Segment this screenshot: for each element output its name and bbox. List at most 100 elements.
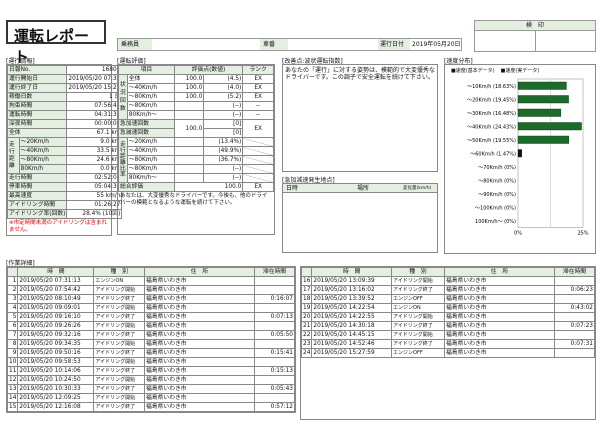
accel-rank: EX: [242, 119, 274, 138]
work-row-stay: [554, 312, 595, 322]
run-info-value: 00:00:00: [66, 119, 123, 129]
run-info-value: 24.6 km: [66, 155, 123, 165]
work-row-type: アイドリング終了: [93, 330, 145, 340]
run-info-label: 走行時間: [6, 173, 68, 183]
work-row-stay: [254, 375, 295, 385]
work-row: 9 2019/05/20 09:50:16 アイドリング終了 福島県いわき市 0:15:…: [6, 348, 295, 358]
run-info-value: 28.4% (10回): [66, 209, 123, 219]
run-info-label: 運行開始日: [6, 74, 68, 84]
work-row-stay: 0:06:23: [554, 285, 595, 295]
work-row-num: 6: [6, 321, 19, 331]
work-row-type: アイドリング開始: [93, 375, 145, 385]
work-row-type: アイドリング終了: [93, 402, 145, 412]
work-row: 10 2019/05/20 09:58:53 アイドリング開始 福島県いわき市: [6, 357, 295, 367]
work-row-num: 2: [6, 285, 19, 295]
chart-bar: [517, 122, 582, 131]
chart-axis-max: 25%: [577, 231, 588, 237]
work-row-stay: [554, 276, 595, 286]
run-info-value: 05:04:38: [66, 182, 123, 192]
work-row: 20 2019/05/20 14:22:55 アイドリング開始 福島県いわき市: [300, 312, 595, 322]
work-row-stay: 0:07:23: [554, 321, 595, 331]
chart-bar: [517, 95, 569, 104]
run-info-value: 67.1 km: [66, 128, 123, 138]
work-row-stay: [554, 294, 595, 304]
work-row-time: 2019/05/20 09:26:26: [17, 321, 95, 331]
work-row-time: 2019/05/20 09:16:10: [17, 312, 95, 322]
work-row-num: 14: [6, 393, 19, 403]
chart-bar: [517, 81, 567, 90]
eval-label: 〜80Km/h: [126, 92, 175, 102]
eval-label: 全体: [126, 74, 175, 84]
eval-group-label: 状況回数: [118, 74, 128, 120]
run-info-label: 運転時間: [6, 110, 68, 120]
work-row-type: エンジンON: [391, 303, 445, 313]
work-row-time: 2019/05/20 09:34:35: [17, 339, 95, 349]
driver-value: [152, 39, 260, 50]
work-row-type: エンジンON: [93, 276, 145, 286]
work-row-address: 福島県いわき市: [444, 285, 555, 295]
sudden-panel: 日時 場所 変化量(km/h): [282, 183, 438, 253]
work-row-num: 23: [300, 339, 313, 349]
seal-box: 検 印: [474, 20, 596, 52]
work-row-type: アイドリング開始: [93, 393, 145, 403]
eval-rank: EX: [242, 92, 274, 102]
chart-category-label: 〜70Km/h (0%): [478, 165, 516, 171]
work-row-time: 2019/05/20 09:50:16: [17, 348, 95, 358]
eval-row: 80Km/h〜 (--) --: [119, 110, 274, 120]
work-row: 5 2019/05/20 09:16:10 アイドリング終了 福島県いわき市 0:07:…: [6, 312, 295, 322]
eval-col-score: 評価点(数値): [173, 65, 244, 75]
work-row-type: アイドリング終了: [93, 384, 145, 394]
work-row-stay: [254, 339, 295, 349]
work-row-type: アイドリング終了: [391, 321, 445, 331]
ratio-value: (36.7%): [203, 155, 244, 165]
work-row-num: 8: [6, 339, 19, 349]
sudden-col-place: 場所: [356, 185, 369, 192]
work-row-num: 17: [300, 285, 313, 295]
ratio-label: 〜20Km/h: [126, 137, 175, 147]
work-col-time: 時 間: [17, 267, 95, 277]
work-row-type: アイドリング開始: [93, 339, 145, 349]
work-row-address: 福島県いわき市: [444, 330, 555, 340]
run-info-label: 全体: [6, 128, 68, 138]
work-col-type: 種 別: [391, 267, 445, 277]
work-row: 7 2019/05/20 09:32:16 アイドリング終了 福島県いわき市 0:05:…: [6, 330, 295, 340]
work-row-type: エンジンOFF: [391, 294, 445, 304]
chart-category-label: 〜20Km/h (19.45%): [467, 97, 516, 103]
legend-base: ■速度(基本データ): [451, 68, 495, 74]
work-row-type: アイドリング開始: [391, 276, 445, 286]
ratio-label: 〜40Km/h: [126, 146, 175, 156]
run-info-value: 01:26:27: [66, 200, 123, 210]
work-row-time: 2019/05/20 09:32:16: [17, 330, 95, 340]
eval-score: [173, 110, 205, 120]
work-row-stay: [254, 285, 295, 295]
eval-comment: あなたは、大変優秀なドライバーです。今後も、他のドライバーの模範となるような運転…: [120, 193, 268, 206]
work-row-num: 15: [6, 402, 19, 412]
work-col-addr: 住 所: [444, 267, 555, 277]
work-row: 17 2019/05/20 13:16:02 アイドリング終了 福島県いわき市 0:06…: [300, 285, 595, 295]
work-row: 14 2019/05/20 12:09:25 アイドリング開始 福島県いわき市: [6, 393, 295, 403]
work-row-type: アイドリング開始: [93, 303, 145, 313]
work-row-num: 1: [6, 276, 19, 286]
work-row: 21 2019/05/20 14:30:18 アイドリング終了 福島県いわき市 0:07…: [300, 321, 595, 331]
ratio-row: 〜80Km/h (36.7%): [119, 155, 274, 165]
advice-text: あなたの「運行」に対する姿勢は、模範的で大変優秀なドライバーです。この調子で安全…: [285, 67, 436, 81]
work-row-num: 7: [6, 330, 19, 340]
work-row-num: 20: [300, 312, 313, 322]
run-info-row: 日報No. 16803: [6, 65, 123, 75]
work-row-address: 福島県いわき市: [144, 312, 255, 322]
ratio-value: (--): [203, 164, 244, 174]
ratio-row: 80Km/h〜 (--): [119, 173, 274, 183]
work-col-addr: 住 所: [144, 267, 255, 277]
work-row-num: 9: [6, 348, 19, 358]
chart-category-label: 〜90Km/h (0%): [478, 192, 516, 198]
chart-axis-min: 0%: [514, 231, 522, 237]
run-info-value: 0.0 km: [66, 164, 123, 174]
work-row-address: 福島県いわき市: [144, 366, 255, 376]
work-row-stay: 0:15:13: [254, 366, 295, 376]
work-row-address: 福島県いわき市: [444, 294, 555, 304]
work-row: 11 2019/05/20 10:14:06 アイドリング終了 福島県いわき市 0:15…: [6, 366, 295, 376]
run-info-label: 稼働日数: [6, 92, 68, 102]
legend-actual: ■速度(実データ): [500, 68, 540, 74]
run-info-row: 停車時間 05:04:38: [6, 182, 123, 192]
chart-category-label: 〜100Km/h (0%): [475, 205, 516, 211]
